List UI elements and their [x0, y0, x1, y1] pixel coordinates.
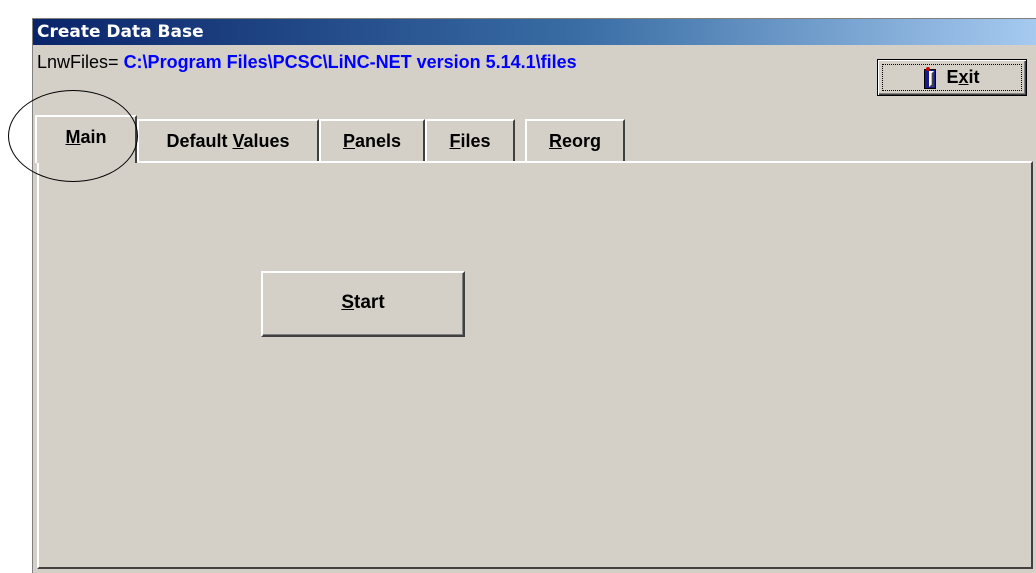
tab-panel-main	[37, 161, 1033, 569]
window-title: Create Data Base	[33, 19, 1036, 45]
tab-panels[interactable]: Panels	[319, 119, 425, 161]
exit-button-label: Exit	[946, 67, 980, 87]
lnwfiles-label: LnwFiles=	[37, 52, 119, 72]
tab-default-values[interactable]: Default Values	[137, 119, 319, 161]
tab-files[interactable]: Files	[425, 119, 515, 161]
exit-button-focus-rect: Exit	[882, 64, 1022, 91]
tab-reorg[interactable]: Reorg	[525, 119, 625, 161]
start-button[interactable]: Start	[261, 271, 465, 337]
create-database-window: Create Data Base LnwFiles= C:\Program Fi…	[32, 18, 1036, 573]
exit-door-icon	[924, 66, 938, 89]
lnwfiles-path-value: C:\Program Files\PCSC\LiNC-NET version 5…	[123, 52, 577, 72]
tab-main[interactable]: Main	[35, 115, 137, 163]
lnwfiles-path-row: LnwFiles= C:\Program Files\PCSC\LiNC-NET…	[37, 49, 577, 75]
exit-button[interactable]: Exit	[877, 59, 1027, 96]
